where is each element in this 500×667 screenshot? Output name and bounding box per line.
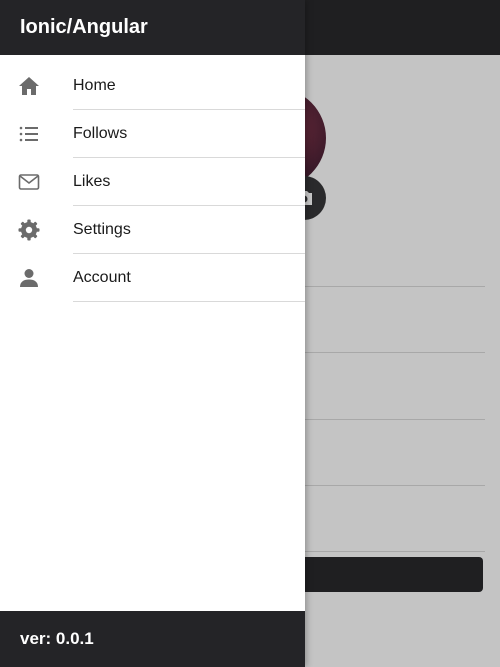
menu-list: Home Follows Likes Settings Account — [0, 62, 305, 302]
menu-item-home[interactable]: Home — [0, 62, 305, 110]
side-menu: Ionic/Angular Home Follows Likes Setting… — [0, 0, 305, 667]
menu-item-follows[interactable]: Follows — [0, 110, 305, 158]
background-submit-button — [290, 557, 483, 592]
menu-item-label: Home — [73, 77, 116, 94]
menu-item-label: Likes — [73, 173, 111, 190]
mail-icon — [18, 174, 40, 190]
menu-item-likes[interactable]: Likes — [0, 158, 305, 206]
background-divider — [305, 419, 485, 420]
gear-icon — [18, 219, 40, 241]
menu-item-label: Follows — [73, 125, 128, 142]
background-divider — [305, 551, 485, 552]
background-divider — [305, 485, 485, 486]
menu-item-account[interactable]: Account — [0, 254, 305, 302]
menu-item-label: Account — [73, 269, 131, 286]
person-icon — [20, 269, 38, 287]
home-icon — [19, 77, 39, 95]
background-divider — [305, 286, 485, 287]
menu-header: Ionic/Angular — [0, 0, 305, 55]
list-icon — [19, 126, 38, 142]
version-label: ver: 0.0.1 — [20, 629, 94, 648]
menu-item-settings[interactable]: Settings — [0, 206, 305, 254]
menu-footer: ver: 0.0.1 — [0, 611, 305, 667]
menu-title: Ionic/Angular — [20, 16, 148, 38]
menu-item-label: Settings — [73, 221, 131, 238]
background-divider — [305, 352, 485, 353]
divider — [73, 301, 305, 302]
